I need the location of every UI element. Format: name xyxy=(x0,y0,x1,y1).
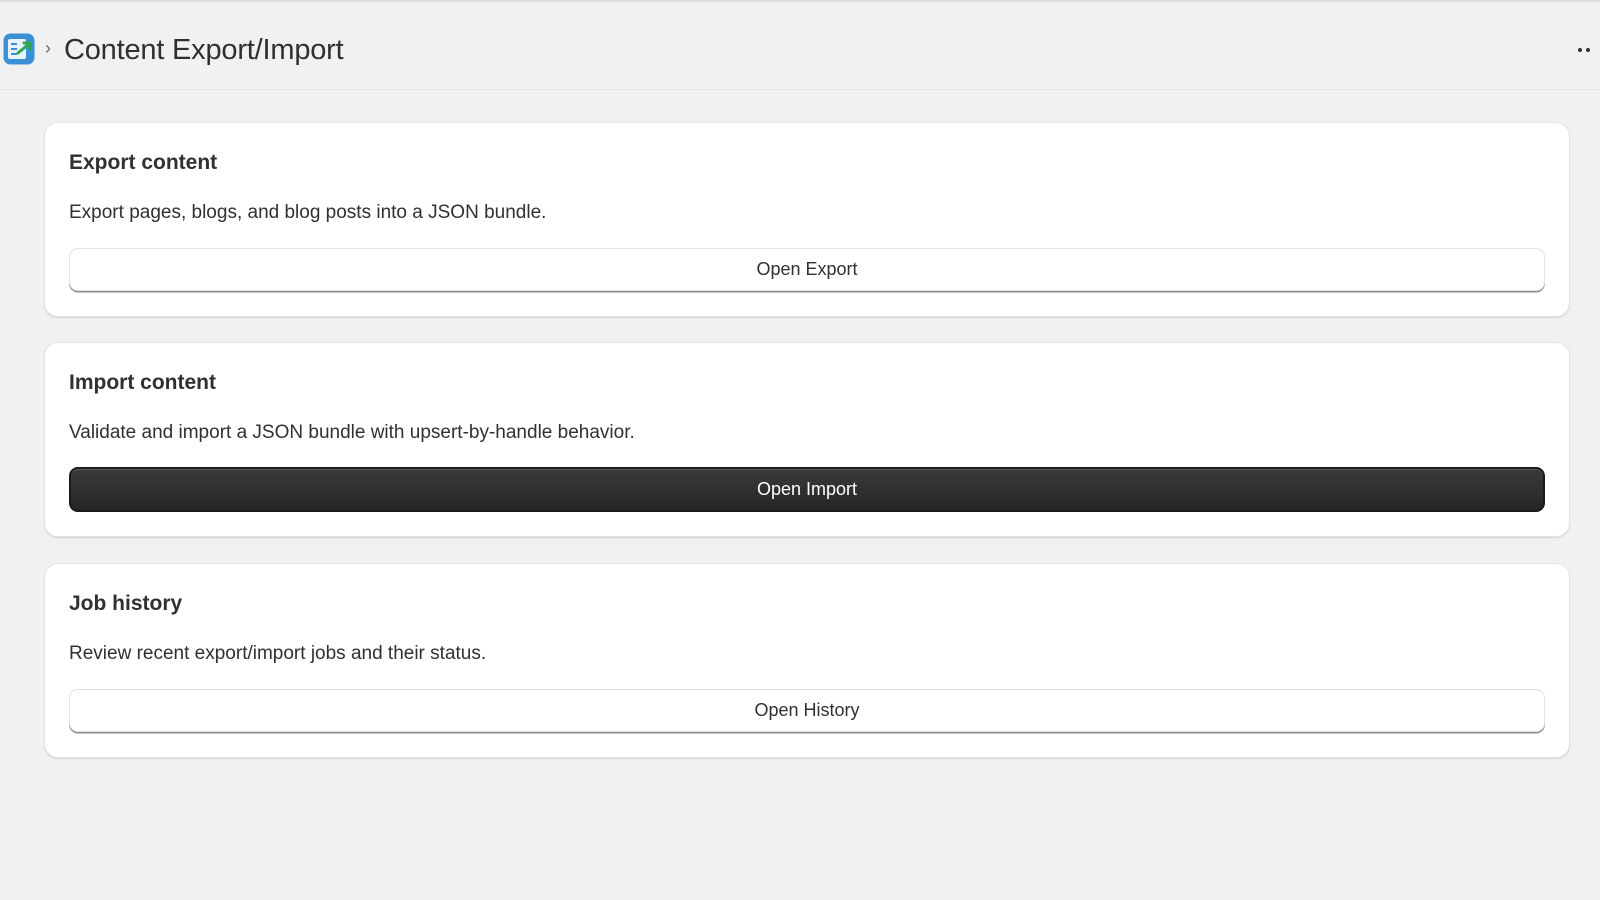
app-icon[interactable] xyxy=(3,33,35,65)
card-description: Review recent export/import jobs and the… xyxy=(69,643,487,664)
more-horizontal-icon xyxy=(1578,48,1582,52)
page-title: Content Export/Import xyxy=(64,34,344,66)
job-history-card: Job history Review recent export/import … xyxy=(44,563,1570,758)
card-title: Export content xyxy=(69,151,218,174)
breadcrumb-separator: › xyxy=(45,38,51,58)
card-description: Validate and import a JSON bundle with u… xyxy=(69,422,635,443)
export-card: Export content Export pages, blogs, and … xyxy=(44,122,1570,317)
page-header: › Content Export/Import xyxy=(0,2,1600,90)
open-import-button[interactable]: Open Import xyxy=(69,467,1545,512)
card-description: Export pages, blogs, and blog posts into… xyxy=(69,202,547,223)
card-title: Import content xyxy=(69,371,216,394)
more-actions-button[interactable] xyxy=(1576,38,1600,62)
more-horizontal-icon-dot xyxy=(1586,48,1590,52)
open-history-button[interactable]: Open History xyxy=(69,689,1545,732)
import-card: Import content Validate and import a JSO… xyxy=(44,342,1570,537)
open-export-button[interactable]: Open Export xyxy=(69,248,1545,291)
card-title: Job history xyxy=(69,592,183,615)
